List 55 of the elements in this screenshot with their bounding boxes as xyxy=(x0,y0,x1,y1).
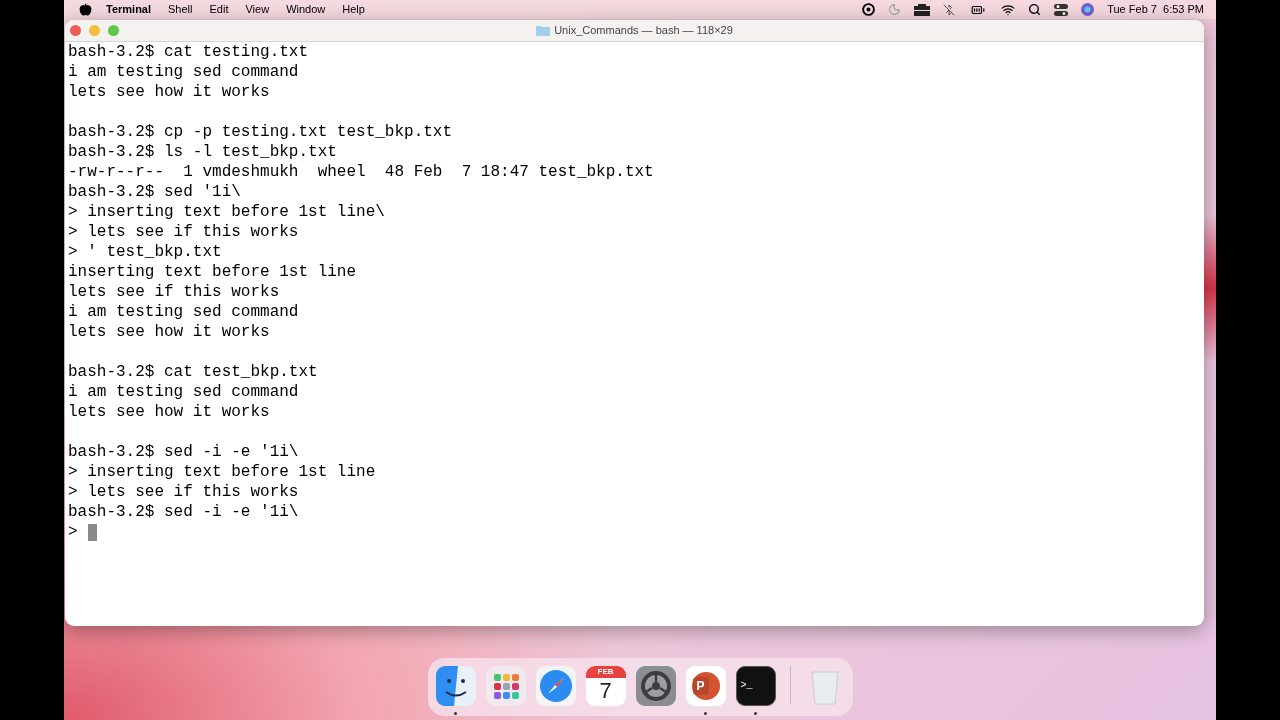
wifi-icon[interactable] xyxy=(1001,2,1016,17)
terminal-line: lets see how it works xyxy=(68,82,270,102)
terminal-line: bash-3.2$ cat testing.txt xyxy=(68,42,309,62)
search-icon[interactable] xyxy=(1028,3,1042,16)
app-letter: P xyxy=(692,677,709,695)
compass-icon[interactable] xyxy=(535,666,576,706)
folder-icon xyxy=(536,25,551,36)
terminal-line: bash-3.2$ sed -i -e '1i\ xyxy=(68,442,299,462)
running-indicator xyxy=(704,711,707,715)
gear-icon[interactable] xyxy=(635,666,676,706)
menu-item[interactable]: Shell xyxy=(168,1,193,18)
menu-item[interactable]: View xyxy=(245,1,270,18)
running-indicator xyxy=(754,711,757,715)
terminal-line: i am testing sed command xyxy=(68,302,299,322)
menu-item[interactable]: Terminal xyxy=(106,1,152,18)
terminal-prompt: > xyxy=(68,522,78,542)
toggles-icon[interactable] xyxy=(1054,3,1069,16)
window-title: Unix_Commands — bash — 118×29 xyxy=(554,23,733,39)
terminal-line: bash-3.2$ ls -l test_bkp.txt xyxy=(68,142,337,162)
terminal-line: > lets see if this works xyxy=(68,222,299,242)
terminal-line: bash-3.2$ sed '1i\ xyxy=(68,182,241,202)
calendar-month: FEB xyxy=(585,666,626,678)
terminal-line: i am testing sed command xyxy=(68,62,299,82)
terminal-line: lets see if this works xyxy=(68,282,280,302)
terminal-line: lets see how it works xyxy=(68,402,270,422)
bluetooth-off-icon[interactable] xyxy=(943,3,956,16)
calendar-day: 7 xyxy=(599,678,612,704)
terminal-icon[interactable]: >_ xyxy=(735,666,776,706)
finder-icon[interactable] xyxy=(435,666,476,706)
terminal-line: > inserting text before 1st line xyxy=(68,462,376,482)
terminal-line: inserting text before 1st line xyxy=(68,262,357,282)
layers-icon[interactable] xyxy=(914,3,931,16)
terminal-line: -rw-r--r-- 1 vmdeshmukh wheel 48 Feb 7 18:47 test_bkp.txt xyxy=(68,162,654,182)
presentation-app-icon[interactable]: P xyxy=(685,666,726,706)
terminal-line: bash-3.2$ cp -p testing.txt test_bkp.txt xyxy=(68,122,453,142)
terminal-line: lets see how it works xyxy=(68,322,270,342)
apple-icon[interactable] xyxy=(79,3,92,16)
terminal-line: > inserting text before 1st line\ xyxy=(68,202,385,222)
terminal-line: bash-3.2$ sed -i -e '1i\ xyxy=(68,502,299,522)
app-grid-icon[interactable] xyxy=(485,666,526,706)
menu-item[interactable]: Window xyxy=(286,1,326,18)
terminal-prompt: >_ xyxy=(740,680,753,691)
menu-clock[interactable]: Tue Feb 7 6:53 PM xyxy=(1107,1,1204,18)
terminal-line: i am testing sed command xyxy=(68,382,299,402)
text-cursor xyxy=(87,523,97,541)
terminal-line: > lets see if this works xyxy=(68,482,299,502)
terminal-line: bash-3.2$ cat test_bkp.txt xyxy=(68,362,318,382)
record-icon[interactable] xyxy=(862,3,876,16)
assistant-icon[interactable] xyxy=(1081,3,1095,16)
running-indicator xyxy=(454,711,457,715)
terminal-line: > ' test_bkp.txt xyxy=(68,242,222,262)
menu-item[interactable]: Help xyxy=(342,1,365,18)
close-button[interactable] xyxy=(70,25,81,36)
calendar-icon[interactable]: FEB 7 xyxy=(585,666,626,706)
menu-item[interactable]: Edit xyxy=(209,1,229,18)
